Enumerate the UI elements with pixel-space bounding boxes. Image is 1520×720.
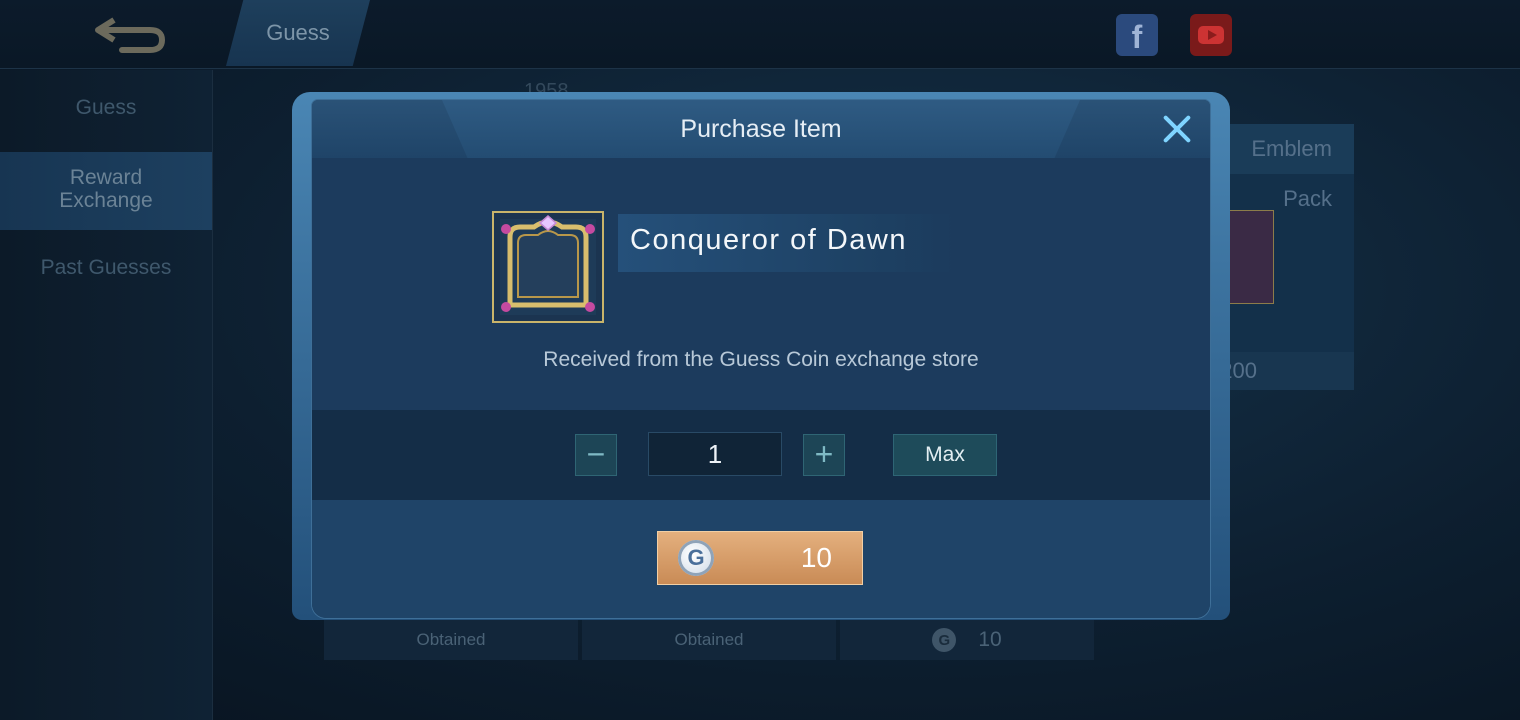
item-name: Conqueror of Dawn bbox=[630, 224, 907, 256]
purchase-dialog: Purchase Item Conqueror of Dawn Received… bbox=[312, 100, 1210, 618]
purchase-button[interactable]: G 10 bbox=[657, 531, 863, 585]
sidebar-item-guess[interactable]: Guess bbox=[0, 96, 212, 126]
decrease-quantity-button[interactable]: − bbox=[575, 434, 617, 476]
increase-quantity-button[interactable]: + bbox=[803, 434, 845, 476]
item-info bbox=[312, 158, 1210, 410]
sidebar-item-reward-exchange[interactable]: Reward Exchange bbox=[0, 152, 212, 230]
item-status-obtained: Obtained bbox=[582, 620, 836, 660]
guess-coin-icon: G bbox=[678, 540, 714, 576]
tab-guess[interactable]: Guess bbox=[226, 0, 370, 66]
quantity-input[interactable]: 1 bbox=[648, 432, 782, 476]
guess-coin-icon: G bbox=[932, 628, 957, 652]
dialog-title: Purchase Item bbox=[680, 115, 842, 143]
youtube-icon[interactable] bbox=[1190, 14, 1232, 56]
purchase-price: 10 bbox=[800, 542, 832, 573]
sidebar-item-past-guesses[interactable]: Past Guesses bbox=[0, 256, 212, 286]
item-description: Received from the Guess Coin exchange st… bbox=[543, 348, 979, 371]
back-arrow-icon bbox=[95, 17, 166, 53]
facebook-icon[interactable]: f bbox=[1116, 14, 1158, 56]
item-price: 10 bbox=[978, 628, 1002, 651]
max-button[interactable]: Max bbox=[893, 434, 997, 476]
item-price-cell[interactable]: G 10 bbox=[840, 620, 1094, 660]
back-button[interactable] bbox=[92, 8, 168, 58]
close-icon[interactable] bbox=[1160, 112, 1194, 146]
item-status-obtained: Obtained bbox=[324, 620, 578, 660]
dialog-header: Purchase Item bbox=[312, 100, 1210, 159]
avatar-border-icon bbox=[492, 211, 604, 323]
